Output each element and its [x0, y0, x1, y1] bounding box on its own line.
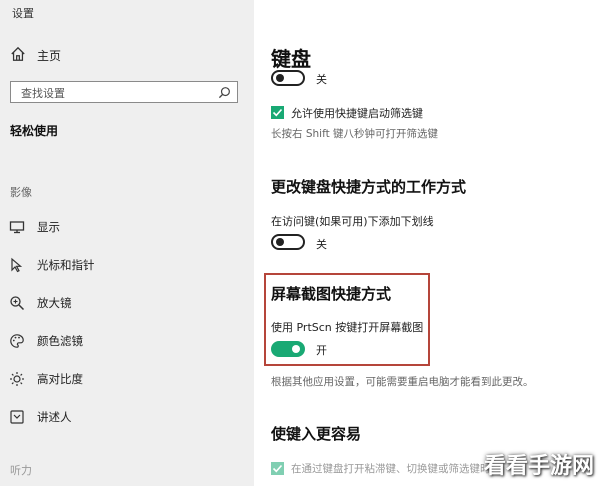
home-label: 主页 [37, 49, 62, 63]
easier-typing-heading: 使键入更容易 [271, 425, 362, 443]
checkmark-icon [272, 108, 283, 117]
hearing-group-label: 听力 [10, 464, 32, 477]
vision-group-label: 影像 [10, 186, 32, 199]
underline-toggle-state: 关 [316, 238, 327, 251]
sidebar-item-high-contrast[interactable]: 高对比度 [0, 363, 254, 395]
sidebar-item-label: 放大镜 [37, 296, 72, 310]
filter-keys-hint: 长按右 Shift 键八秒钟可打开筛选键 [271, 128, 439, 140]
sidebar-item-color-filter[interactable]: 颜色滤镜 [0, 325, 254, 357]
watermark: 看看手游网 [483, 454, 594, 479]
underline-access-keys-toggle[interactable] [271, 234, 305, 250]
shortcut-section-heading: 更改键盘快捷方式的工作方式 [271, 178, 467, 196]
sidebar-item-display[interactable]: 显示 [0, 211, 254, 243]
printscreen-section-heading: 屏幕截图快捷方式 [271, 285, 392, 303]
sidebar-item-narrator[interactable]: 讲述人 [0, 401, 254, 433]
underline-access-keys-label: 在访问键(如果可用)下添加下划线 [271, 215, 434, 228]
app-title: 设置 [12, 7, 34, 20]
search-input[interactable] [11, 83, 211, 104]
main-content: 键盘 关 允许使用快捷键启动筛选键 长按右 Shift 键八秒钟可打开筛选键 更… [254, 0, 600, 486]
checkmark-icon [272, 464, 283, 473]
sidebar-item-magnifier[interactable]: 放大镜 [0, 287, 254, 319]
home-icon [11, 46, 25, 61]
brightness-icon [10, 372, 24, 386]
sidebar-item-label: 显示 [37, 220, 60, 234]
sidebar-item-label: 讲述人 [37, 410, 72, 424]
filter-keys-label: 允许使用快捷键启动筛选键 [291, 107, 423, 120]
palette-icon [10, 334, 24, 348]
home-nav-item[interactable]: 主页 [0, 40, 254, 70]
sidebar-item-label: 光标和指针 [37, 258, 95, 272]
easier-typing-checkbox[interactable] [271, 462, 284, 475]
cursor-icon [11, 257, 23, 273]
monitor-icon [9, 221, 25, 234]
printscreen-label: 使用 PrtScn 按键打开屏幕截图 [271, 321, 424, 334]
search-box[interactable] [10, 81, 238, 104]
printscreen-toggle-state: 开 [316, 344, 327, 357]
easier-typing-label: 在通过键盘打开粘滞键、切换键或筛选键时 [291, 463, 491, 475]
magnifier-icon [10, 296, 25, 311]
section-heading: 轻松使用 [10, 124, 59, 138]
sidebar: 设置 主页 轻松使用 影像 显示 光标和指针 [0, 0, 254, 486]
sidebar-item-cursor[interactable]: 光标和指针 [0, 249, 254, 281]
search-icon[interactable] [218, 86, 231, 99]
sticky-keys-toggle[interactable] [271, 70, 305, 86]
sticky-toggle-state: 关 [316, 73, 327, 86]
printscreen-toggle[interactable] [271, 341, 305, 357]
page-title: 键盘 [271, 47, 311, 71]
sidebar-item-label: 颜色滤镜 [37, 334, 83, 348]
narrator-icon [10, 410, 24, 424]
sidebar-item-label: 高对比度 [37, 372, 83, 386]
filter-keys-checkbox[interactable] [271, 106, 284, 119]
restart-note: 根据其他应用设置，可能需要重启电脑才能看到此更改。 [271, 376, 534, 388]
